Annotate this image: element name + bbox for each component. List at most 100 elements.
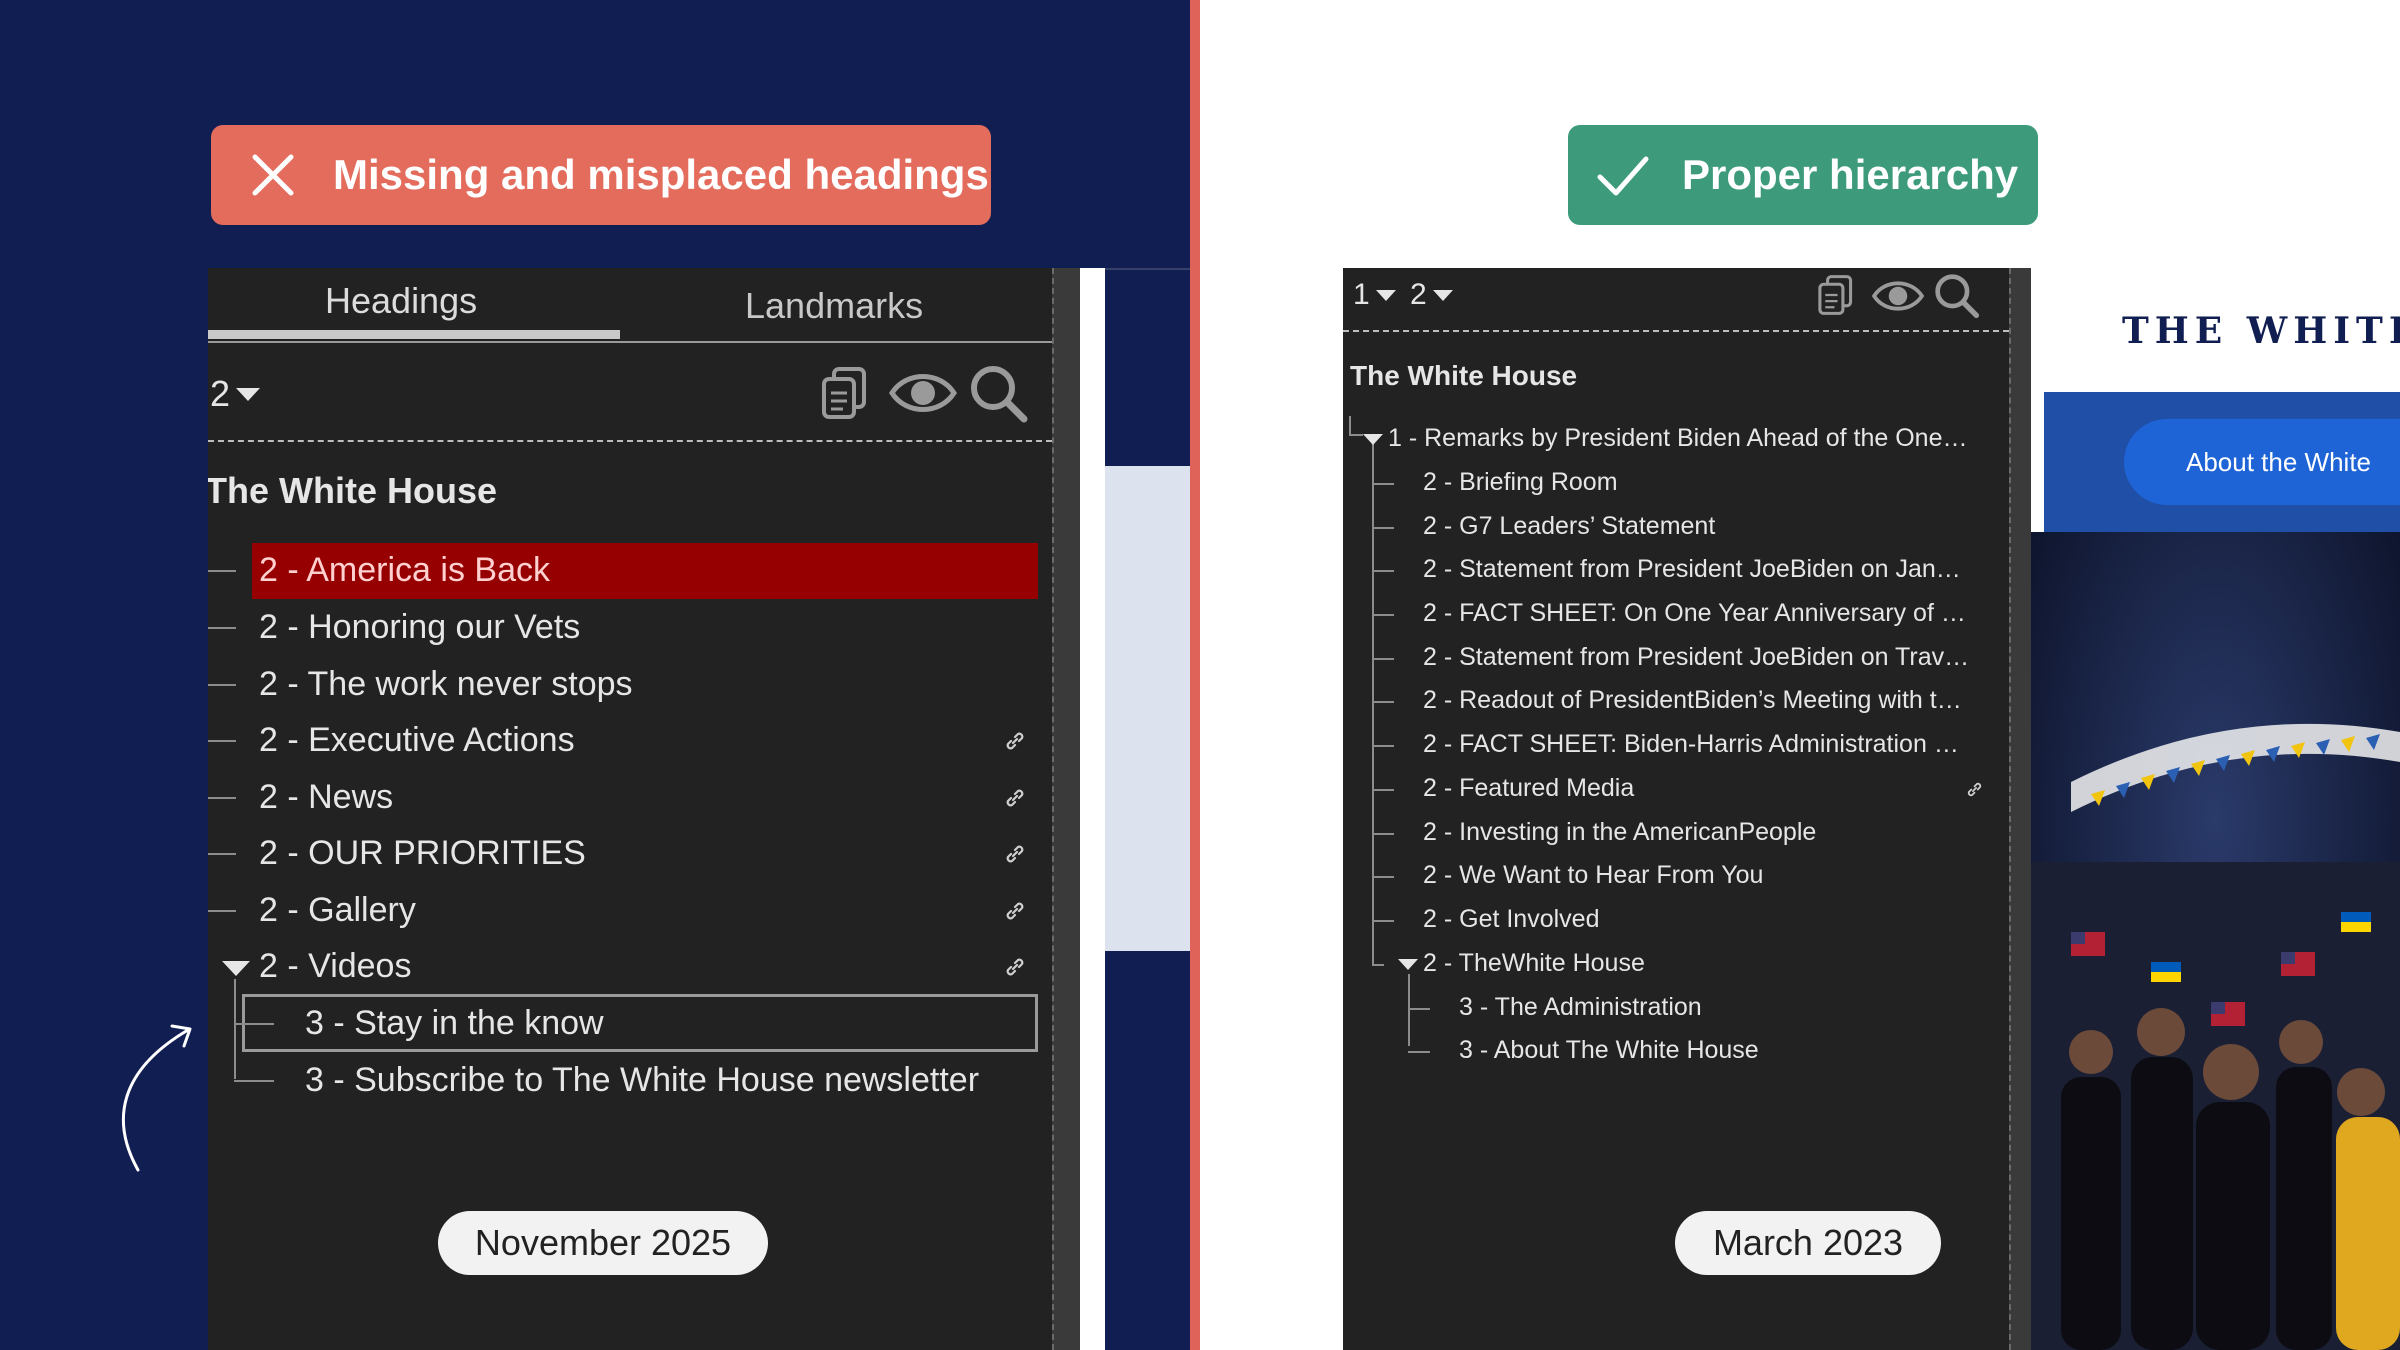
site-content-band (1105, 466, 1190, 951)
chevron-down-icon (1375, 289, 1396, 301)
copy-icon[interactable] (1813, 272, 1859, 323)
expand-caret-icon[interactable] (1363, 434, 1383, 445)
tab-landmarks[interactable]: Landmarks (745, 285, 923, 327)
tree-branch (208, 627, 236, 629)
site-header-band (1105, 268, 1190, 468)
page-title: The White House (208, 470, 498, 511)
tree-branch (1372, 483, 1394, 485)
heading-item[interactable]: 2 - We Want to Hear From You (1343, 855, 2009, 895)
heading-label: 2 - The work never stops (259, 665, 633, 703)
heading-item[interactable]: 3 - Stay in the know (208, 994, 1052, 1052)
heading-label: 3 - Subscribe to The White House newslet… (305, 1061, 980, 1099)
link-icon[interactable] (1003, 729, 1027, 753)
heading-label: 2 - G7 Leaders’ Statement (1423, 512, 1716, 540)
hero-photo (2031, 532, 2400, 1350)
tree-branch (1372, 614, 1394, 616)
heading-label: 2 - Get Involved (1423, 905, 1600, 933)
toolbar-separator (208, 440, 1052, 442)
bad-example-badge: Missing and misplaced headings (211, 125, 991, 225)
chevron-down-icon (236, 387, 261, 401)
link-icon[interactable] (1003, 955, 1027, 979)
search-icon[interactable] (1933, 272, 1981, 325)
good-example-badge: Proper hierarchy (1568, 125, 2038, 225)
heading-item[interactable]: 2 - Get Involved (1343, 899, 2009, 939)
heading-item[interactable]: 3 - Subscribe to The White House newslet… (208, 1053, 1052, 1107)
heading-item[interactable]: 2 - America is Back (208, 543, 1052, 599)
heading-item[interactable]: 2 - FACT SHEET: Biden-Harris Administrat… (1343, 724, 2009, 764)
level-filter-value: 1 (1353, 278, 1370, 311)
heading-label: 3 - Stay in the know (305, 1004, 604, 1042)
heading-label: 2 - Executive Actions (259, 721, 575, 759)
link-icon[interactable] (1003, 842, 1027, 866)
tab-headings[interactable]: Headings (325, 280, 477, 322)
about-button[interactable]: About the White (2124, 419, 2400, 505)
tree-branch (1408, 1008, 1430, 1010)
curved-arrow-icon (121, 1024, 192, 1172)
heading-item[interactable]: 2 - The work never stops (208, 657, 1052, 711)
heading-label: 2 - News (259, 778, 394, 816)
tree-branch (208, 853, 236, 855)
level-filter-dropdown[interactable]: 2 (210, 373, 261, 415)
heading-item[interactable]: 2 - Executive Actions (208, 713, 1052, 767)
heading-item[interactable]: 3 - About The White House (1343, 1030, 2009, 1070)
level-filter-value: 2 (210, 373, 231, 414)
heading-label: 2 - Featured Media (1423, 774, 1635, 802)
level-filter-2-dropdown[interactable]: 2 (1410, 278, 1453, 312)
heading-label: 1 - Remarks by President Biden Ahead of … (1388, 424, 1968, 452)
heading-item[interactable]: 2 - Featured Media (1343, 768, 2009, 808)
date-label: March 2023 (1675, 1211, 1941, 1275)
eye-icon[interactable] (1871, 274, 1925, 323)
tree-branch (1372, 701, 1394, 703)
heading-item[interactable]: 2 - Readout of PresidentBiden’s Meeting … (1343, 680, 2009, 720)
eye-icon[interactable] (888, 365, 958, 426)
heading-item[interactable]: 2 - News (208, 770, 1052, 824)
close-icon (241, 143, 305, 207)
link-icon[interactable] (1003, 899, 1027, 923)
tree-branch (1372, 570, 1394, 572)
tree-branch (208, 910, 236, 912)
heading-item[interactable]: 1 - Remarks by President Biden Ahead of … (1343, 418, 2009, 458)
level-filter-value: 2 (1410, 278, 1427, 311)
heading-item[interactable]: 2 - Briefing Room (1343, 462, 2009, 502)
heading-item[interactable]: 2 - G7 Leaders’ Statement (1343, 506, 2009, 546)
panel-scrollbar[interactable] (2009, 268, 2031, 1350)
bad-badge-label: Missing and misplaced headings (333, 151, 989, 198)
heading-item[interactable]: 2 - Videos (208, 939, 1052, 993)
heading-item[interactable]: 2 - TheWhite House (1343, 943, 2009, 983)
heading-item[interactable]: 3 - The Administration (1343, 987, 2009, 1027)
search-icon[interactable] (968, 363, 1030, 430)
headings-panel-right: 1 2 The White House 1 - Remarks by Presi… (1343, 268, 2009, 1350)
expand-caret-icon[interactable] (1398, 959, 1418, 970)
heading-label: 3 - About The White House (1459, 1036, 1759, 1064)
copy-icon[interactable] (815, 363, 875, 428)
tree-branch (234, 1080, 274, 1082)
tree-branch (234, 1023, 274, 1025)
comparison-divider (1190, 0, 1200, 1350)
heading-label: 2 - Briefing Room (1423, 468, 1618, 496)
site-footer-band (1105, 951, 1190, 1350)
heading-item[interactable]: 2 - OUR PRIORITIES (208, 826, 1052, 880)
website-preview-left (1080, 268, 1190, 1350)
heading-item[interactable]: 2 - Statement from President JoeBiden on… (1343, 549, 2009, 589)
link-icon[interactable] (1003, 786, 1027, 810)
heading-label: 3 - The Administration (1459, 993, 1702, 1021)
heading-item[interactable]: 2 - Statement from President JoeBiden on… (1343, 637, 2009, 677)
heading-item[interactable]: 2 - Gallery (208, 883, 1052, 937)
heading-label: 2 - Investing in the AmericanPeople (1423, 818, 1817, 846)
heading-item[interactable]: 2 - Investing in the AmericanPeople (1343, 812, 2009, 852)
heading-label: 2 - Videos (259, 947, 412, 985)
heading-label: 2 - OUR PRIORITIES (259, 834, 586, 872)
tree-branch (1372, 964, 1384, 966)
site-logo: THE WHITE (2122, 310, 2400, 352)
level-filter-1-dropdown[interactable]: 1 (1353, 278, 1396, 312)
tree-branch (1372, 920, 1394, 922)
tree-branch (1372, 658, 1394, 660)
panel-scrollbar[interactable] (1052, 268, 1080, 1350)
heading-item[interactable]: 2 - FACT SHEET: On One Year Anniversary … (1343, 593, 2009, 633)
heading-item[interactable]: 2 - Honoring our Vets (208, 600, 1052, 654)
heading-label: 2 - We Want to Hear From You (1423, 861, 1764, 889)
link-icon[interactable] (1965, 780, 1984, 799)
expand-caret-icon[interactable] (222, 961, 250, 976)
chevron-down-icon (1432, 289, 1453, 301)
website-preview-right: THE WHITE About the White (2031, 268, 2400, 1350)
